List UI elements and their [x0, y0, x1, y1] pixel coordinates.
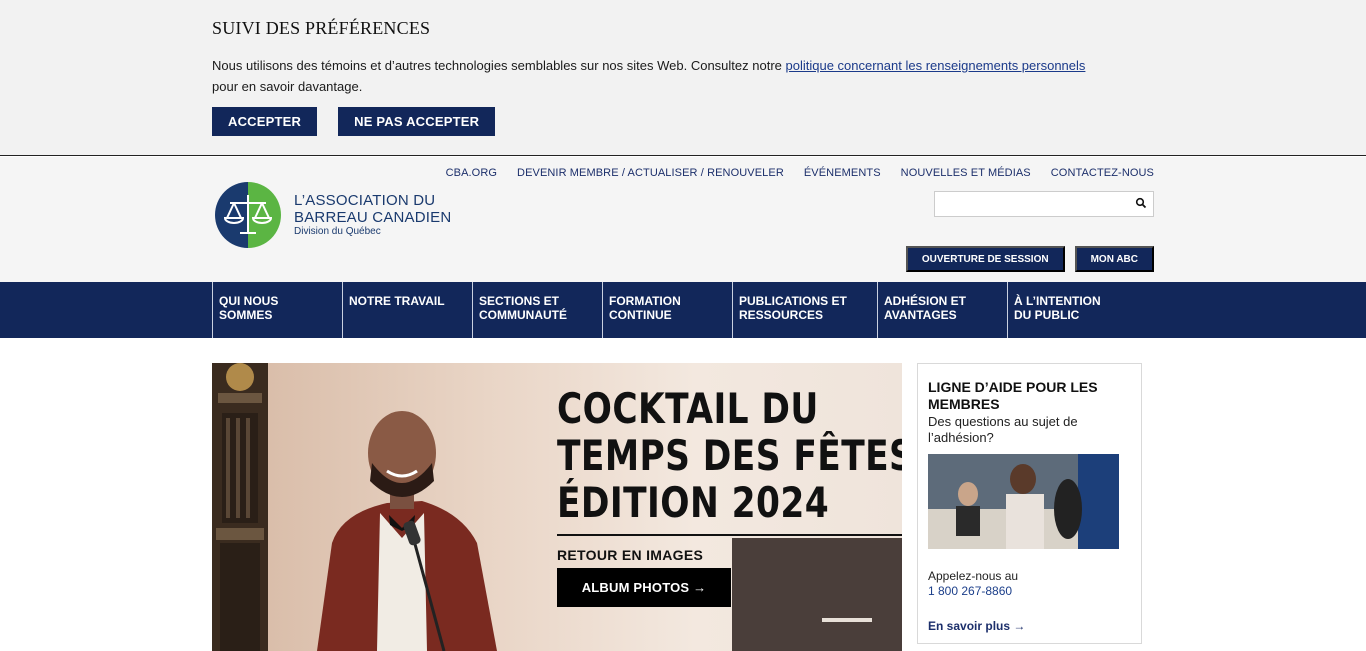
- search-input[interactable]: [935, 192, 1125, 216]
- nav-item-label: RESSOURCES: [739, 308, 824, 322]
- cookie-banner: SUIVI DES PRÉFÉRENCES Nous utilisons des…: [0, 0, 1366, 156]
- my-abc-button[interactable]: MON ABC: [1074, 246, 1154, 272]
- logo-line-3: Division du Québec: [294, 226, 381, 237]
- nav-item-label: CONTINUE: [609, 308, 672, 322]
- learn-more-link[interactable]: En savoir plus →: [928, 619, 1025, 633]
- nav-item-who-we-are[interactable]: QUI NOUS SOMMES: [212, 282, 342, 338]
- nav-item-our-work[interactable]: NOTRE TRAVAIL: [342, 282, 472, 338]
- nav-item-label: SOMMES: [219, 308, 273, 322]
- hero-subtitle: RETOUR EN IMAGES: [557, 547, 704, 563]
- helpline-phone-link[interactable]: 1 800 267-8860: [928, 584, 1012, 599]
- nav-item-label: NOTRE TRAVAIL: [349, 294, 445, 308]
- cookie-buttons: ACCEPTER NE PAS ACCEPTER: [212, 107, 1152, 136]
- cookie-title: SUIVI DES PRÉFÉRENCES: [212, 18, 431, 38]
- cookie-content: SUIVI DES PRÉFÉRENCES Nous utilisons des…: [212, 18, 1152, 136]
- hero-banner: COCKTAIL DU TEMPS DES FÊTES ÉDITION 2024…: [212, 363, 902, 651]
- util-nav-membership[interactable]: DEVENIR MEMBRE / ACTUALISER / RENOUVELER: [517, 167, 784, 179]
- site-logo[interactable]: L’ASSOCIATION DU BARREAU CANADIEN Divisi…: [214, 181, 451, 249]
- login-button[interactable]: OUVERTURE DE SESSION: [905, 246, 1065, 272]
- helpline-photo: [928, 454, 1119, 549]
- hero-title: COCKTAIL DU TEMPS DES FÊTES ÉDITION 2024: [557, 385, 902, 526]
- decline-cookies-button[interactable]: NE PAS ACCEPTER: [338, 107, 496, 136]
- helpline-call-label: Appelez-nous au: [928, 569, 1019, 583]
- util-nav-events[interactable]: ÉVÉNEMENTS: [804, 167, 881, 179]
- logo-text: L’ASSOCIATION DU BARREAU CANADIEN Divisi…: [294, 192, 451, 238]
- nav-item-label: FORMATION: [609, 294, 681, 308]
- logo-line-1: L’ASSOCIATION DU: [294, 192, 436, 209]
- nav-item-label: AVANTAGES: [884, 308, 957, 322]
- photo-album-button[interactable]: ALBUM PHOTOS →: [557, 568, 731, 607]
- nav-item-label: PUBLICATIONS ET: [739, 294, 847, 308]
- hero-title-line-1: COCKTAIL DU: [557, 384, 819, 433]
- main-nav: QUI NOUS SOMMES NOTRE TRAVAIL SECTIONS E…: [0, 282, 1366, 338]
- nav-item-label: COMMUNAUTÉ: [479, 308, 567, 322]
- accept-cookies-button[interactable]: ACCEPTER: [212, 107, 318, 136]
- main-nav-items: QUI NOUS SOMMES NOTRE TRAVAIL SECTIONS E…: [212, 282, 1142, 338]
- scales-of-justice-logo-icon: [215, 182, 281, 248]
- nav-item-sections[interactable]: SECTIONS ET COMMUNAUTÉ: [472, 282, 602, 338]
- cookie-text-before: Nous utilisons des témoins et d’autres t…: [212, 58, 786, 73]
- utility-nav: CBA.ORG DEVENIR MEMBRE / ACTUALISER / RE…: [446, 167, 1154, 179]
- hero-divider: [557, 534, 902, 536]
- nav-item-label: SECTIONS ET: [479, 294, 560, 308]
- logo-line-2: BARREAU CANADIEN: [294, 209, 452, 226]
- helpline-title: LIGNE D’AIDE POUR LES MEMBRES: [928, 379, 1098, 412]
- helpline-card: LIGNE D’AIDE POUR LES MEMBRES Des questi…: [917, 363, 1142, 644]
- nav-item-label: QUI NOUS: [219, 294, 279, 308]
- hero-title-line-2: TEMPS DES FÊTES: [557, 431, 902, 480]
- privacy-policy-link[interactable]: politique concernant les renseignements …: [786, 58, 1086, 73]
- nav-item-publications[interactable]: PUBLICATIONS ET RESSOURCES: [732, 282, 877, 338]
- cookie-text: Nous utilisons des témoins et d’autres t…: [212, 55, 1152, 97]
- site-header: CBA.ORG DEVENIR MEMBRE / ACTUALISER / RE…: [0, 157, 1366, 282]
- nav-item-label: À L’INTENTION: [1014, 294, 1101, 308]
- search-box: [934, 191, 1154, 217]
- nav-item-label: DU PUBLIC: [1014, 308, 1080, 322]
- hero-title-line-3: ÉDITION 2024: [557, 478, 830, 527]
- nav-item-membership[interactable]: ADHÉSION ET AVANTAGES: [877, 282, 1007, 338]
- util-nav-news[interactable]: NOUVELLES ET MÉDIAS: [901, 167, 1031, 179]
- search-icon[interactable]: [1135, 197, 1147, 209]
- helpline-subtitle: Des questions au sujet de l’adhésion?: [928, 414, 1078, 445]
- account-buttons: OUVERTURE DE SESSION MON ABC: [905, 246, 1154, 272]
- nav-item-public[interactable]: À L’INTENTION DU PUBLIC: [1007, 282, 1142, 338]
- nav-item-training[interactable]: FORMATION CONTINUE: [602, 282, 732, 338]
- nav-item-label: ADHÉSION ET: [884, 294, 967, 308]
- cookie-text-after: pour en savoir davantage.: [212, 79, 363, 94]
- util-nav-cba-org[interactable]: CBA.ORG: [446, 167, 497, 179]
- util-nav-contact[interactable]: CONTACTEZ-NOUS: [1051, 167, 1154, 179]
